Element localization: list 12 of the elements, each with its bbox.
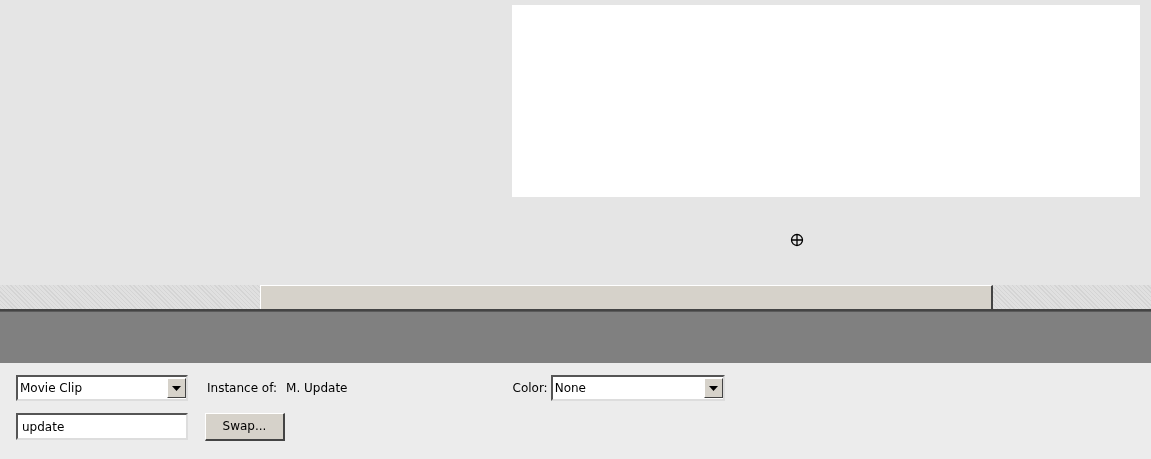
color-label: Color: [512,381,548,395]
instance-name-field[interactable]: update [16,413,188,440]
instance-of-label: Instance of: [207,381,278,395]
crosshair-icon [790,233,804,247]
instance-of-value: M. Update [286,381,348,395]
symbol-type-dropdown[interactable]: Movie Clip [16,375,188,401]
scrollbar-thumb[interactable] [260,285,993,309]
dropdown-arrow-icon [172,385,181,391]
swap-button[interactable]: Swap... [205,412,285,441]
color-dropdown[interactable]: None [550,375,725,401]
dropdown-arrow-icon [708,385,718,391]
horizontal-scrollbar[interactable] [0,285,1151,311]
